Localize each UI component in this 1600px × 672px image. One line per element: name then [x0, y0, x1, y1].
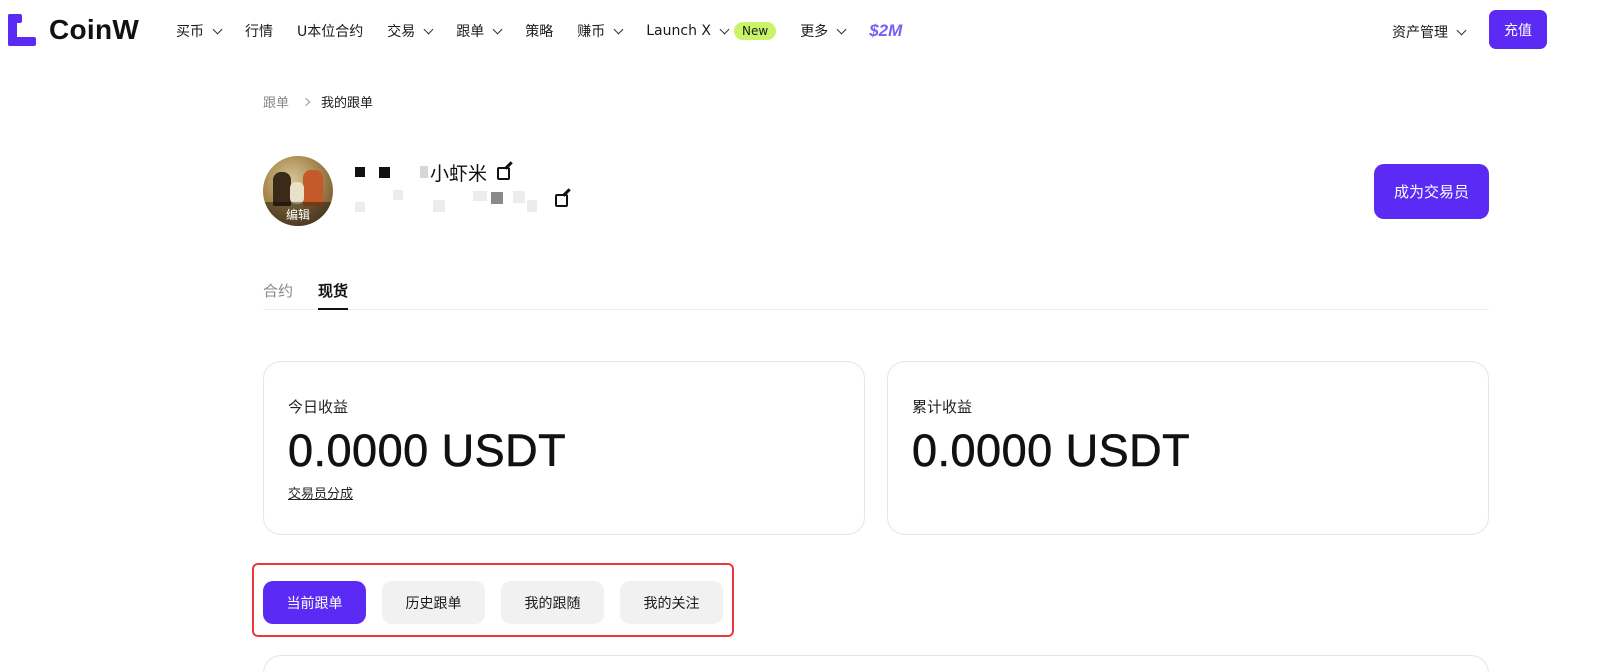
nav-item-launch-x[interactable]: Launch X New	[646, 22, 777, 40]
masked-text	[355, 167, 365, 177]
uid-row	[355, 186, 571, 212]
masked-text	[491, 192, 503, 204]
masked-text	[393, 190, 403, 200]
copy-order-segments: 当前跟单 历史跟单 我的跟随 我的关注	[263, 581, 739, 624]
asset-management-menu[interactable]: 资产管理	[1392, 22, 1467, 42]
nav-item-usdt-futures[interactable]: U本位合约	[297, 21, 363, 41]
top-nav-bar: CoinW 买币 行情 U本位合约 交易 跟单 策略 赚币 Launch X N…	[0, 0, 1600, 62]
breadcrumb-copy-trading[interactable]: 跟单	[263, 92, 289, 111]
nav-label: 行情	[245, 24, 273, 40]
avatar-edit-label[interactable]: 编辑	[263, 202, 333, 226]
history-copy-button[interactable]: 历史跟单	[382, 581, 485, 624]
become-trader-button[interactable]: 成为交易员	[1374, 164, 1489, 219]
breadcrumb-current: 我的跟单	[321, 96, 374, 111]
chevron-down-icon	[719, 24, 730, 34]
asset-menu-label: 资产管理	[1392, 25, 1448, 41]
main-nav: 买币 行情 U本位合约 交易 跟单 策略 赚币 Launch X New 更多 …	[176, 0, 926, 62]
my-watchlist-button[interactable]: 我的关注	[620, 581, 723, 624]
total-profit-label: 累计收益	[912, 398, 973, 416]
market-type-tabs: 合约 现货	[263, 280, 1489, 310]
masked-text	[355, 202, 365, 212]
nav-label: 买币	[176, 24, 204, 40]
breadcrumb: 跟单 我的跟单	[263, 92, 373, 111]
today-profit-label: 今日收益	[288, 398, 349, 416]
edit-nickname-icon[interactable]	[497, 161, 513, 180]
total-profit-value: 0.0000 USDT	[912, 425, 1191, 477]
chevron-right-icon	[301, 97, 311, 106]
trader-share-link[interactable]: 交易员分成	[288, 483, 353, 502]
today-profit-value: 0.0000 USDT	[288, 425, 567, 477]
tab-futures[interactable]: 合约	[263, 280, 293, 310]
total-profit-card: 累计收益 0.0000 USDT	[887, 361, 1489, 535]
nav-label: 跟单	[456, 24, 485, 40]
orders-panel	[263, 655, 1489, 672]
coinw-logo[interactable]: CoinW	[8, 14, 139, 46]
nav-item-buy-crypto[interactable]: 买币	[176, 21, 223, 41]
masked-text	[379, 166, 390, 178]
new-badge: New	[734, 22, 777, 40]
nav-label: 更多	[800, 24, 829, 40]
nav-label: 策略	[525, 24, 554, 40]
masked-text	[513, 191, 525, 203]
deposit-button[interactable]: 充值	[1489, 10, 1547, 49]
current-copy-button[interactable]: 当前跟单	[263, 581, 366, 624]
edit-uid-icon[interactable]	[555, 188, 571, 207]
masked-text	[433, 200, 445, 212]
nav-item-earn[interactable]: 赚币	[577, 21, 624, 41]
chevron-down-icon	[613, 24, 624, 34]
nickname-row: 小虾米	[355, 160, 513, 185]
chevron-down-icon	[212, 24, 223, 34]
nav-item-more[interactable]: 更多	[800, 21, 847, 41]
today-profit-card: 今日收益 0.0000 USDT 交易员分成	[263, 361, 865, 535]
nav-label: Launch X	[646, 23, 711, 39]
masked-text	[420, 166, 428, 178]
tab-spot[interactable]: 现货	[318, 280, 349, 310]
masked-text	[527, 200, 537, 212]
nav-label: 交易	[387, 24, 416, 40]
logo-text: CoinW	[49, 14, 140, 45]
nav-item-strategy[interactable]: 策略	[525, 21, 553, 41]
my-following-button[interactable]: 我的跟随	[501, 581, 604, 624]
masked-text	[473, 191, 487, 201]
chevron-down-icon	[836, 24, 847, 34]
nav-item-markets[interactable]: 行情	[245, 21, 273, 41]
promo-2m-link[interactable]: $2M	[869, 21, 902, 41]
logo-mark-icon	[8, 14, 36, 46]
chevron-down-icon	[492, 24, 503, 34]
nav-label: 赚币	[577, 24, 606, 40]
nav-item-copy-trading[interactable]: 跟单	[456, 21, 503, 41]
nickname: 小虾米	[430, 162, 488, 185]
nav-label: U本位合约	[297, 24, 364, 40]
chevron-down-icon	[1456, 25, 1467, 35]
chevron-down-icon	[423, 24, 434, 34]
avatar[interactable]: 编辑	[263, 156, 333, 226]
nav-item-trade[interactable]: 交易	[387, 21, 434, 41]
